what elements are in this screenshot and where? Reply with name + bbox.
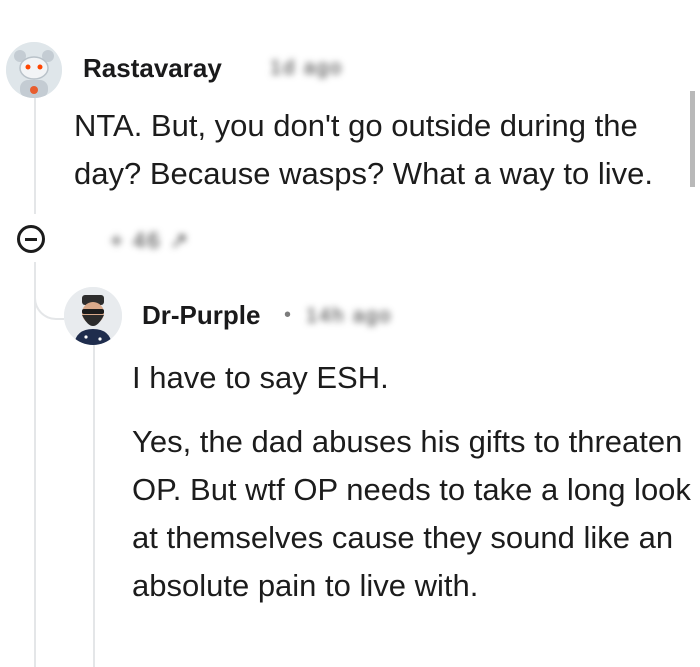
vote-actions[interactable]: + 46 ↗: [110, 228, 190, 254]
snoo-avatar-icon[interactable]: [6, 42, 62, 98]
scroll-indicator: [690, 91, 695, 187]
comment-username[interactable]: Rastavaray: [83, 53, 222, 84]
collapse-minus-icon[interactable]: [17, 225, 45, 253]
comment-paragraph: I have to say ESH.: [132, 360, 389, 395]
comment-username[interactable]: Dr-Purple: [142, 300, 260, 331]
thread-line-main: [34, 262, 36, 667]
thread-connector: [34, 262, 64, 320]
comment-paragraph: Yes, the dad abuses his gifts to threate…: [132, 424, 691, 603]
thread-line-reply: [93, 344, 95, 667]
thread-line-top: [34, 96, 36, 214]
comment-timestamp: 1d ago: [270, 57, 344, 79]
comment-timestamp: 14h ago: [306, 305, 393, 327]
meta-separator: •: [284, 304, 292, 326]
comment-body: NTA. But, you don't go outside during th…: [74, 108, 653, 191]
bearded-avatar-icon[interactable]: [64, 287, 122, 345]
